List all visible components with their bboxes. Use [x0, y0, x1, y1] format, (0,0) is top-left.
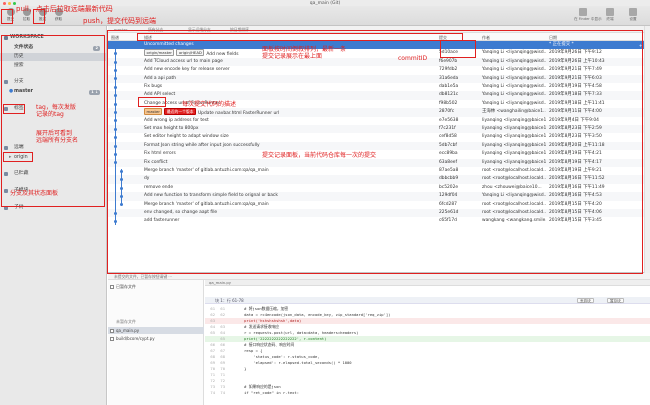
commit-id-annotation: commitID [398, 55, 428, 62]
sidebar-annotation: 分支及其状态面板 [10, 190, 59, 197]
tags-annotation: tag，每次发版 记录的tag [36, 104, 76, 118]
panel-annotation: 提交记录面板，当前代码仓库每一次的提交 [262, 152, 377, 159]
stage-hunk-button[interactable]: 暂存块 [607, 298, 624, 303]
tags-highlight [3, 104, 25, 114]
changes-panel: 未提交的文件，已暂存按钮请键 ··· 已暂存文件 未暂存文件 qa_main.p… [108, 273, 650, 405]
pull-highlight [1, 9, 13, 24]
graph-scrollbar[interactable] [644, 26, 650, 273]
remote-highlight [3, 152, 33, 162]
diff-line[interactable]: 74 74 if "ret_code" in r.text: [205, 390, 650, 396]
changes-toolbar: 未提交的文件，已暂存按钮请键 ··· [108, 273, 650, 280]
finder-icon [579, 8, 587, 16]
diff-file-tab[interactable]: qa_main.py [205, 280, 650, 286]
settings-button[interactable]: 设置 [624, 8, 642, 22]
gear-icon [629, 8, 637, 16]
remote-annotation: 展开后可看到 远端所有分支名 [36, 130, 79, 144]
push-annotation: push，提交代码到远端 [83, 17, 156, 25]
sidebar-highlight [1, 35, 105, 207]
old-line-number: 74 [210, 390, 215, 395]
sort-annotation: 面板按时间倒叙排列，最新一条 提交记录展示在最上面 [262, 46, 347, 60]
commit-desc-annotation: 每次提交代码的描述 [182, 101, 237, 108]
discard-hunk-button[interactable]: 丢弃块 [577, 298, 594, 303]
diff-view: qa_main.py 块 1：行 61-78 丢弃块 暂存块 61 61 # 将j… [205, 280, 650, 405]
commit-desc-highlight [138, 97, 166, 107]
file-list: 已暂存文件 未暂存文件 qa_main.py build/bcore/cypt.… [108, 280, 204, 405]
terminal-button[interactable]: 终端 [601, 8, 619, 22]
staged-files-toggle[interactable]: 已暂存文件 [108, 283, 204, 290]
hunk-header: 块 1：行 61-78 丢弃块 暂存块 [205, 297, 650, 304]
new-line-number: 74 [220, 390, 225, 395]
pull-annotation: pull，点击后拉取远端最新代码 [16, 5, 113, 13]
unstaged-files-label: 未暂存文件 [116, 319, 136, 324]
staged-checkbox[interactable] [110, 284, 114, 289]
sort-highlight [137, 33, 463, 41]
file-checkbox[interactable] [110, 336, 114, 341]
file-item[interactable]: qa_main.py [108, 327, 204, 334]
code-text: if "ret_code" in r.text: [235, 390, 300, 395]
terminal-icon [606, 8, 614, 16]
commit-id-highlight [440, 40, 476, 58]
show-in-finder-button[interactable]: 在 Finder 中显示 [574, 8, 602, 22]
file-checkbox[interactable] [110, 328, 114, 333]
file-item[interactable]: build/bcore/cypt.py [108, 335, 204, 342]
